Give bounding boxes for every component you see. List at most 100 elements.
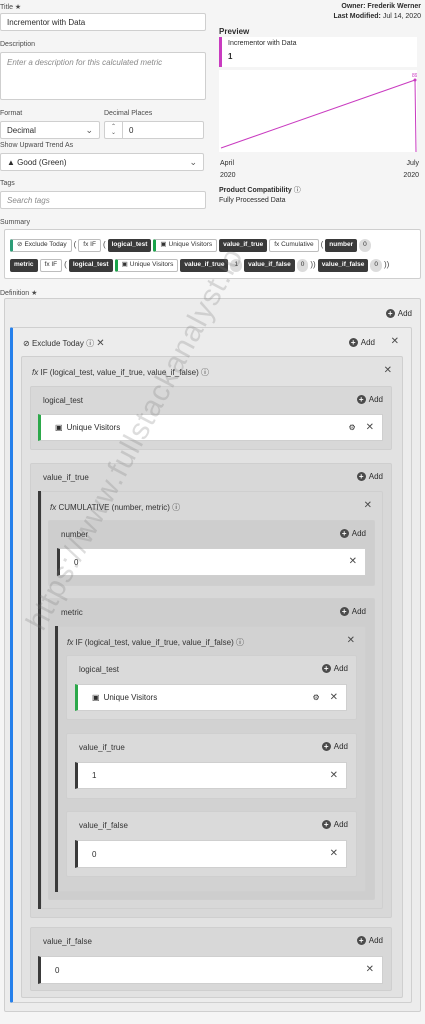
close-icon[interactable]: ✕ [366,422,374,433]
info-icon[interactable]: ⓘ [201,368,209,377]
decimal-places-value: 0 [129,125,134,135]
stepper-arrows-icon[interactable]: ⌃ ⌄ [105,122,123,138]
number-value: 0 [55,965,60,975]
static-number-1[interactable]: 1 ✕ [75,762,347,789]
add-button[interactable]: + Add [339,607,366,616]
plus-icon: + [356,936,366,945]
summary-arg[interactable]: metric [10,258,38,272]
number-value: 1 [92,771,97,780]
close-icon[interactable]: ✕ [391,337,399,347]
static-number-0[interactable]: 0 ✕ [38,956,383,984]
summary-fn-label: fx IF [83,241,96,248]
arg-label: value_if_false [43,937,92,946]
summary-arg[interactable]: number [325,238,358,252]
summary-metric[interactable]: ▣ Unique Visitors [153,238,218,252]
add-label: Add [333,820,348,829]
metric-name: Unique Visitors [66,423,121,432]
summary-arg[interactable]: value_if_false [244,258,295,272]
add-label: Add [368,936,383,945]
close-icon[interactable]: ✕ [347,636,355,646]
arg-label: logical_test [43,396,84,405]
info-icon[interactable]: ⓘ [86,339,94,348]
summary-metric[interactable]: ▣ Unique Visitors [114,258,179,272]
add-button[interactable]: + Add [348,338,375,347]
plus-icon: + [356,472,366,481]
add-label: Add [368,395,383,404]
last-modified-value: Jul 14, 2020 [382,13,421,20]
close-icon[interactable]: ✕ [96,338,104,349]
fx-icon: fx [32,368,39,377]
tags-input[interactable]: Search tags [0,191,206,209]
gear-icon[interactable]: ⚙ [312,693,319,702]
add-label: Add [397,309,412,318]
segment-icon: ⊘ [23,339,30,348]
last-modified-label: Last Modified: [333,13,381,20]
info-icon[interactable]: ⓘ [172,503,180,512]
plus-icon: + [356,395,366,404]
summary-fn-cumulative[interactable]: fx Cumulative [269,238,319,252]
plus-icon: + [339,607,349,616]
summary-row-1: ⊘ Exclude Today ( fx IF ( logical_test ▣ U… [9,235,416,255]
preview-chart: 89 [219,70,417,152]
preview-label: Preview [219,27,250,36]
preview-metric-name: Incrementor with Data [228,40,297,47]
decimal-places-label: Decimal Places [104,110,153,117]
plus-icon: + [385,309,395,318]
gear-icon[interactable]: ⚙ [348,423,355,432]
product-compat-value: Fully Processed Data [219,197,286,204]
add-button[interactable]: + Add [321,742,348,751]
format-select[interactable]: Decimal ⌄ [0,121,100,139]
add-label: Add [368,472,383,481]
chevron-down-icon: ⌄ [85,124,93,135]
add-label: Add [333,664,348,673]
title-label: Title ★ [0,4,22,11]
close-icon[interactable]: ✕ [349,557,357,567]
add-button[interactable]: + Add [385,309,412,318]
summary-number[interactable]: 0 [296,258,309,272]
summary-segment[interactable]: ⊘ Exclude Today [10,238,72,252]
add-button[interactable]: + Add [356,936,383,945]
close-icon[interactable]: ✕ [330,692,338,703]
info-icon[interactable]: ⓘ [294,187,301,194]
add-button[interactable]: + Add [339,529,366,538]
add-button[interactable]: + Add [321,820,348,829]
summary-arg[interactable]: logical_test [68,258,113,272]
metric-unique-visitors[interactable]: ▣ Unique Visitors ⚙ ✕ [75,684,347,711]
description-placeholder: Enter a description for this calculated … [7,58,163,67]
summary-arg[interactable]: value_if_false [317,258,369,272]
decimal-places-stepper[interactable]: ⌃ ⌄ 0 [104,121,204,139]
description-textarea[interactable]: Enter a description for this calculated … [0,52,206,100]
static-number-0[interactable]: 0 ✕ [75,840,347,868]
title-input[interactable]: Incrementor with Data [0,13,206,31]
close-icon[interactable]: ✕ [330,849,338,859]
close-icon[interactable]: ✕ [364,501,372,511]
info-icon[interactable]: ⓘ [236,638,244,647]
format-label: Format [0,110,23,117]
function-if-label: IF (logical_test, value_if_true, value_i… [75,638,234,647]
metric-unique-visitors[interactable]: ▣ Unique Visitors ⚙ ✕ [38,414,383,441]
add-button[interactable]: + Add [356,395,383,404]
preview-end-label: 89 [412,73,417,79]
summary-arg[interactable]: logical_test [107,238,152,252]
owner-text: Owner: Frederik Werner [341,3,421,10]
close-icon[interactable]: ✕ [330,770,338,781]
add-button[interactable]: + Add [356,472,383,481]
plus-icon: + [321,742,331,751]
paren: )) [310,260,316,269]
preview-chart-bg [219,70,417,152]
x-end-year: 2020 [403,172,419,179]
preview-metric-value: 1 [228,52,233,61]
trend-select[interactable]: ▲ Good (Green) ⌄ [0,153,204,171]
add-button[interactable]: + Add [321,664,348,673]
summary-number[interactable]: 0 [359,238,371,252]
close-icon[interactable]: ✕ [366,965,374,975]
definition-label: Definition ★ [0,290,38,297]
summary-fn-label: fx IF [44,261,58,268]
summary-fn-if[interactable]: fx IF [78,238,101,252]
metric-name: Unique Visitors [103,693,158,702]
static-number-0[interactable]: 0 ✕ [57,548,366,576]
arg-label: value_if_false [79,821,128,830]
summary-fn-if[interactable]: fx IF [39,258,63,272]
summary-number[interactable]: 0 [370,258,382,272]
close-icon[interactable]: ✕ [384,366,392,376]
